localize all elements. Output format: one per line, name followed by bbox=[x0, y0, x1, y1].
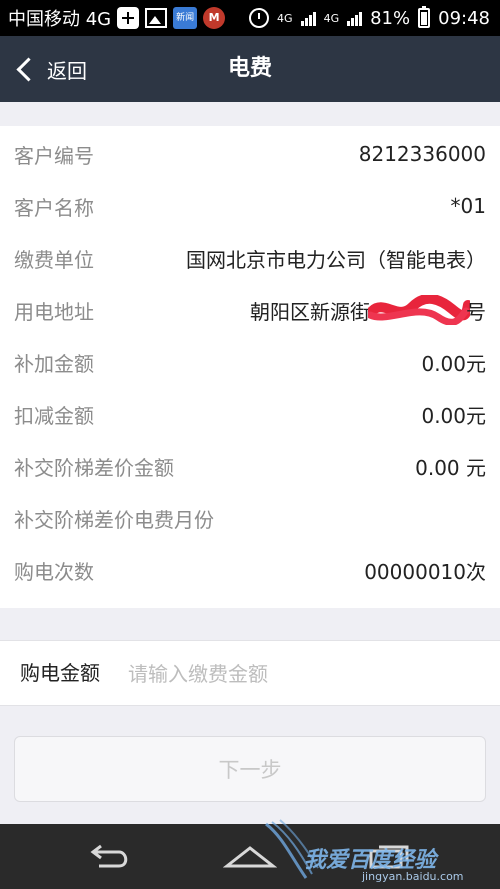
info-row-deducted-amount: 扣减金额 0.00元 bbox=[0, 388, 500, 440]
purchase-amount-input[interactable] bbox=[126, 655, 470, 693]
next-step-button[interactable]: 下一步 bbox=[14, 736, 486, 802]
info-value: 8212336000 bbox=[358, 142, 486, 166]
info-value: 0.00元 bbox=[421, 403, 486, 428]
info-row-customer-id: 客户编号 8212336000 bbox=[0, 128, 500, 180]
info-row-added-amount: 补加金额 0.00元 bbox=[0, 336, 500, 388]
info-label: 购电次数 bbox=[14, 559, 94, 584]
info-value: 0.00 元 bbox=[415, 455, 486, 480]
signal-strength-icon bbox=[300, 10, 316, 26]
alarm-icon bbox=[249, 8, 270, 28]
network-type-indicator: 4G bbox=[277, 13, 293, 24]
status-bar: 中国移动 4G 新闻 M 4G 4G 81% 09:48 bbox=[0, 0, 500, 36]
info-value: 0.00元 bbox=[421, 351, 486, 376]
signal-strength-icon-2 bbox=[347, 10, 363, 26]
network-sub-label: 4G bbox=[323, 11, 340, 25]
info-label: 用电地址 bbox=[14, 299, 94, 324]
network-type-label: 4G bbox=[277, 11, 293, 25]
info-label: 补交阶梯差价电费月份 bbox=[14, 507, 214, 532]
info-label: 客户名称 bbox=[14, 195, 94, 220]
info-row-tier-diff-month: 补交阶梯差价电费月份 bbox=[0, 492, 500, 544]
info-row-purchase-count: 购电次数 00000010次 bbox=[0, 544, 500, 596]
address-street: 朝阳区新源街 bbox=[250, 299, 370, 324]
info-value: 国网北京市电力公司（智能电表） bbox=[186, 247, 486, 272]
info-label: 补交阶梯差价金额 bbox=[14, 455, 174, 480]
info-label: 客户编号 bbox=[14, 143, 94, 168]
info-value: *01 bbox=[450, 194, 486, 218]
info-value: 00000010次 bbox=[364, 559, 486, 584]
battery-percent: 81% bbox=[370, 7, 411, 29]
bill-info-card: 客户编号 8212336000 客户名称 *01 缴费单位 国网北京市电力公司（… bbox=[0, 126, 500, 608]
baidu-jingyan-watermark: 我爱百度经验 jingyan.baidu.com bbox=[262, 818, 492, 889]
info-row-address: 用电地址 朝阳区新源街 号 bbox=[0, 284, 500, 336]
carrier-label: 中国移动 4G bbox=[8, 9, 112, 30]
shopping-app-icon: M bbox=[203, 7, 226, 29]
purchase-amount-row: 购电金额 bbox=[0, 640, 500, 706]
nav-back-button[interactable] bbox=[65, 824, 155, 889]
plus-notification-icon bbox=[117, 7, 140, 29]
back-arrow-icon bbox=[90, 844, 128, 867]
network-sub-indicator: 4G bbox=[324, 13, 340, 24]
info-label: 补加金额 bbox=[14, 351, 94, 376]
info-label: 缴费单位 bbox=[14, 247, 94, 272]
image-notification-icon bbox=[145, 8, 168, 28]
app-header: 返回 电费 bbox=[0, 36, 500, 102]
page-title: 电费 bbox=[227, 56, 272, 81]
info-row-customer-name: 客户名称 *01 bbox=[0, 180, 500, 232]
battery-icon bbox=[418, 6, 431, 28]
info-row-tier-diff-amount: 补交阶梯差价金额 0.00 元 bbox=[0, 440, 500, 492]
clock-time: 09:48 bbox=[438, 7, 490, 29]
address-suffix: 号 bbox=[466, 299, 486, 324]
news-app-icon: 新闻 bbox=[173, 7, 198, 29]
info-label: 扣减金额 bbox=[14, 403, 94, 428]
info-row-payee-unit: 缴费单位 国网北京市电力公司（智能电表） bbox=[0, 232, 500, 284]
watermark-url: jingyan.baidu.com bbox=[362, 870, 464, 883]
purchase-amount-label: 购电金额 bbox=[20, 661, 100, 685]
redaction-scribble bbox=[368, 295, 470, 325]
info-value-address: 朝阳区新源街 号 bbox=[250, 295, 486, 325]
